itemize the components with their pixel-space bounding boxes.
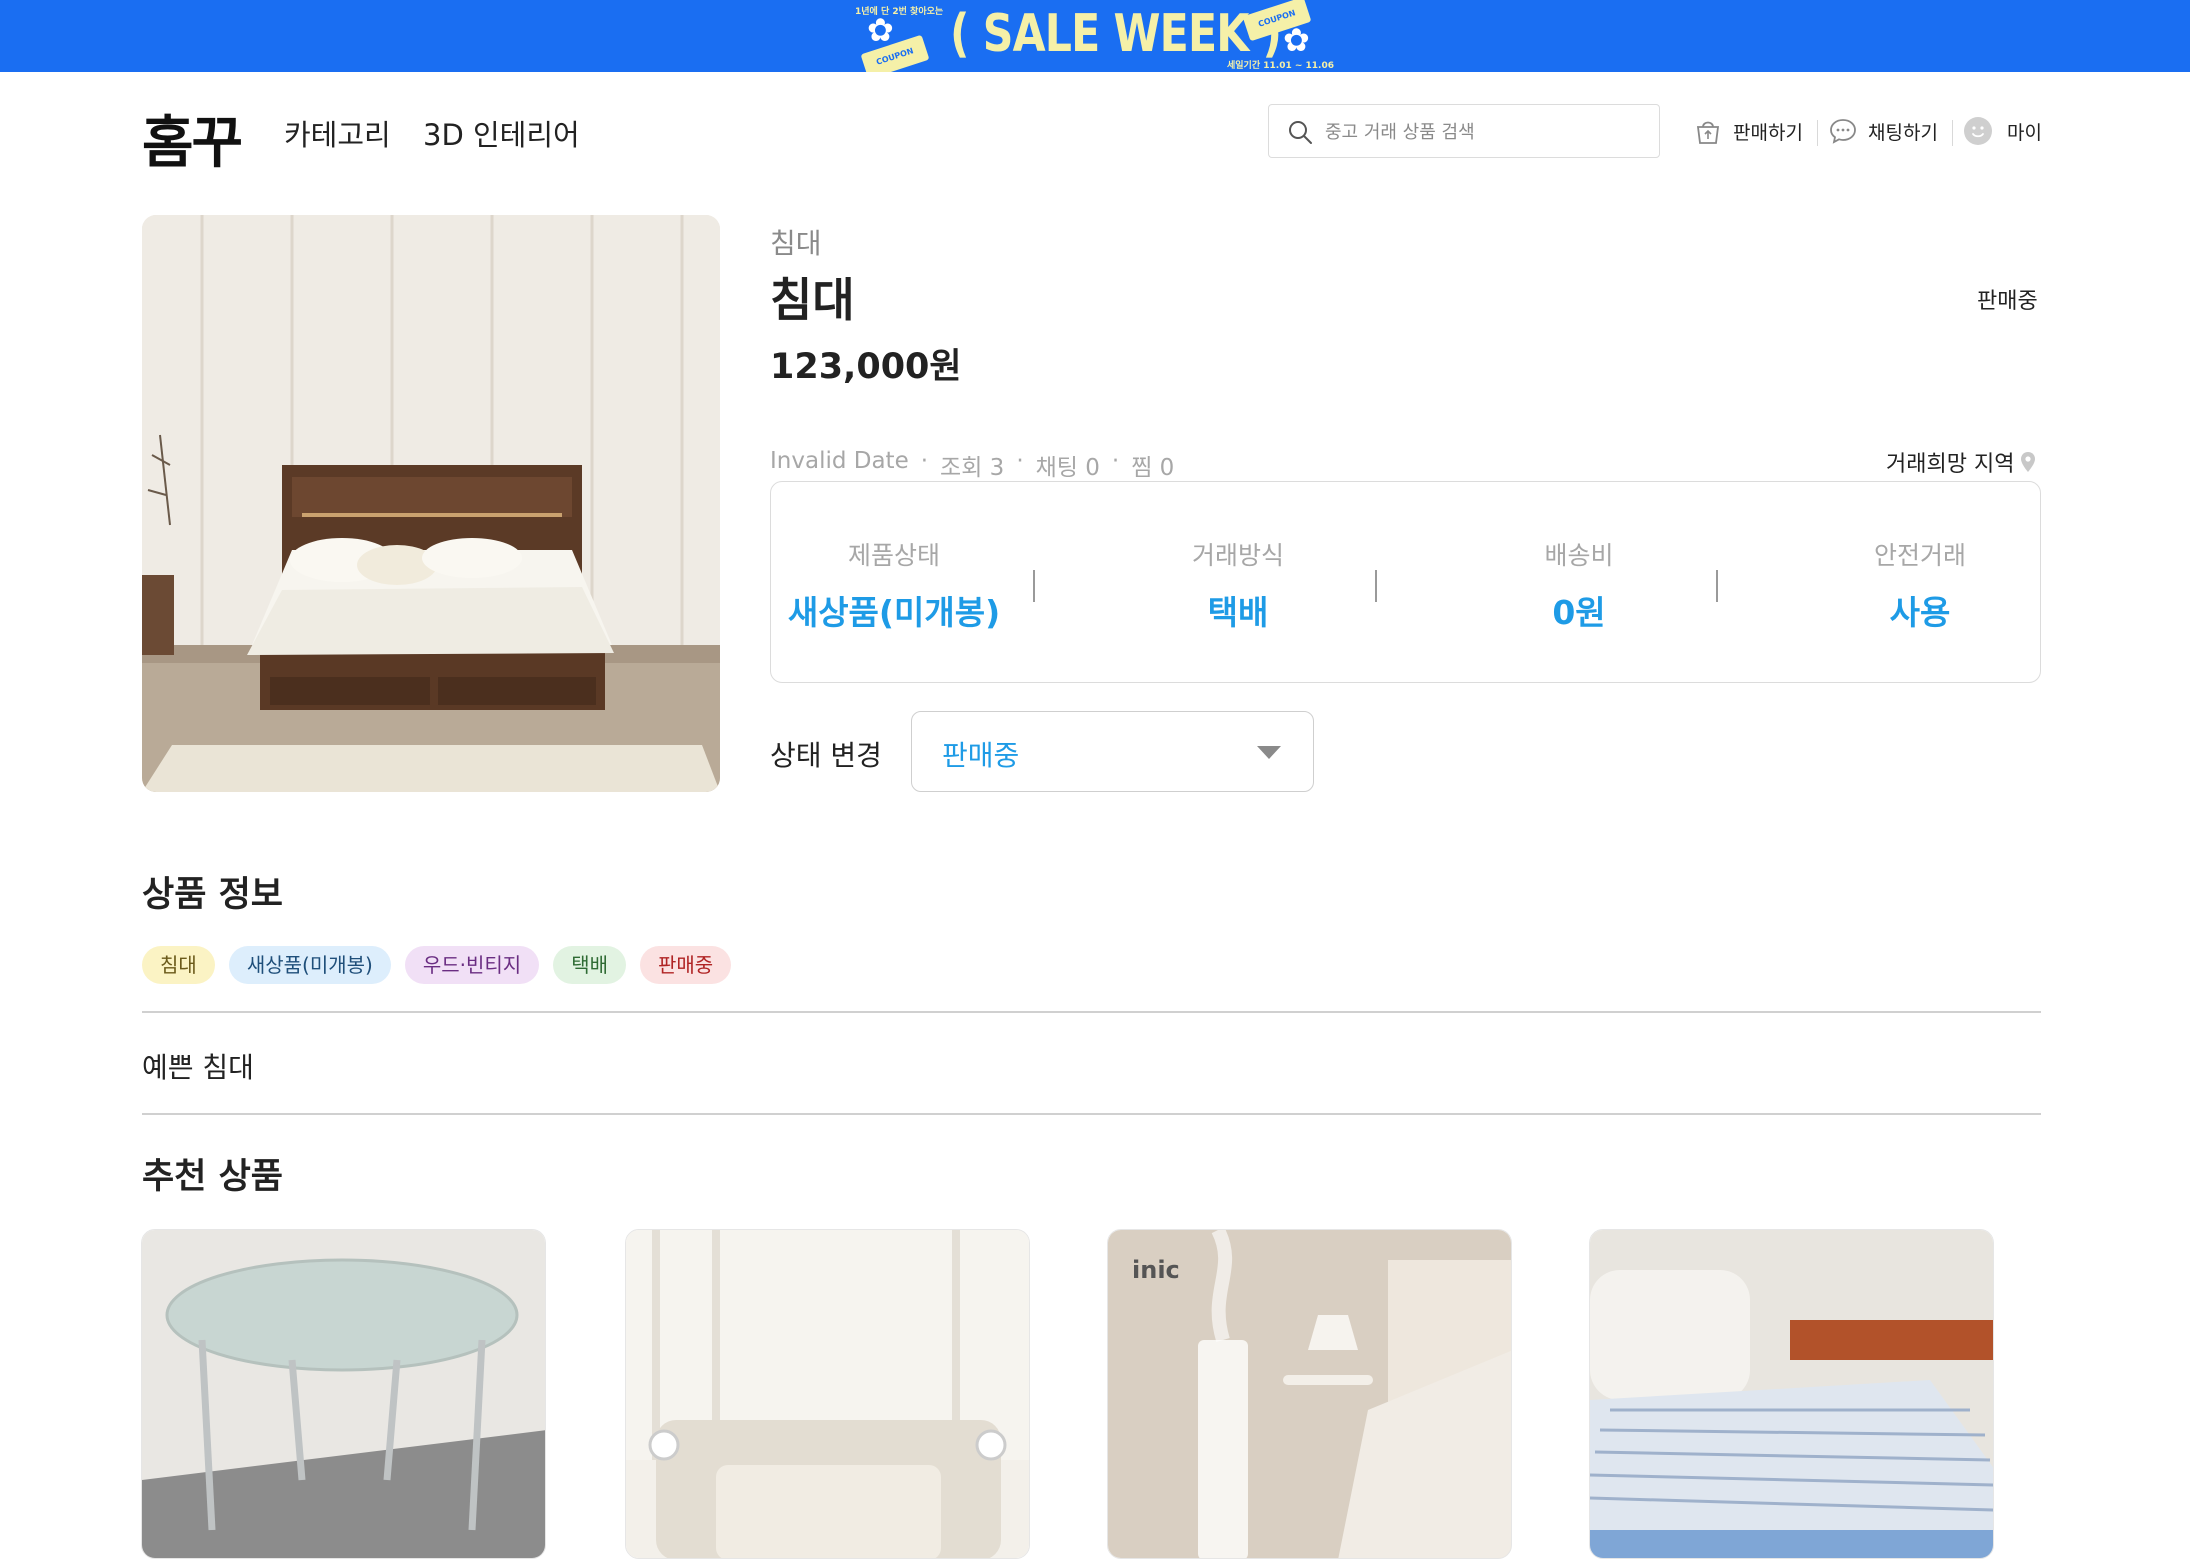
location-pin-icon	[2021, 452, 2036, 472]
info-value: 0원	[1552, 593, 1606, 632]
product-title: 침대	[770, 273, 855, 327]
profile-avatar-icon	[1964, 117, 1992, 145]
info-label: 제품상태	[847, 541, 940, 570]
site-header: 홈꾸 카테고리 3D 인테리어 판매하기 채팅하기 마이	[0, 72, 2190, 192]
chat-button[interactable]: 채팅하기	[1828, 114, 1938, 148]
info-safe-trade: 안전거래 사용	[1805, 536, 2035, 634]
header-divider	[1817, 120, 1818, 146]
info-value: 택배	[1207, 593, 1269, 632]
trade-region[interactable]: 거래희망 지역	[1886, 446, 2036, 478]
status-change-label: 상태 변경	[770, 739, 882, 772]
product-info-box: 제품상태 새상품(미개봉) 거래방식 택배 배송비 0원 안전거래 사용	[770, 481, 2041, 683]
my-button[interactable]: 마이	[1963, 114, 2042, 148]
glass-table-photo	[142, 1230, 545, 1558]
product-description: 예쁜 침대	[142, 1051, 254, 1084]
meta-likes: 찜 0	[1131, 455, 1175, 481]
sell-label: 판매하기	[1733, 121, 1803, 144]
meta-separator: ·	[920, 448, 929, 474]
promo-artwork: 1년에 단 2번 찾아오는 ✿ COUPON ( SALE WEEK ) COU…	[855, 0, 1334, 72]
sell-button[interactable]: 판매하기	[1693, 114, 1803, 148]
my-label: 마이	[2007, 121, 2042, 144]
recommend-card[interactable]	[141, 1229, 546, 1559]
recommend-title: 추천 상품	[142, 1157, 283, 1197]
chat-label: 채팅하기	[1868, 121, 1938, 144]
dropdown-arrow-icon	[1257, 746, 1281, 759]
nav-3d-interior[interactable]: 3D 인테리어	[423, 112, 580, 154]
info-value: 새상품(미개봉)	[787, 593, 1001, 632]
info-condition: 제품상태 새상품(미개봉)	[779, 536, 1009, 634]
search-input[interactable]	[1325, 117, 1645, 147]
info-label: 안전거래	[1873, 541, 1966, 570]
product-status: 판매중	[1977, 289, 2038, 314]
info-value: 사용	[1889, 593, 1951, 632]
striped-bed-photo	[1590, 1230, 1993, 1558]
tag-category[interactable]: 침대	[142, 946, 215, 984]
promo-period: 세일기간 11.01 ~ 11.06	[1227, 61, 1334, 71]
meta-chats: 채팅 0	[1035, 455, 1100, 481]
search-icon[interactable]	[1287, 119, 1313, 145]
product-price: 123,000원	[770, 347, 962, 387]
site-logo[interactable]: 홈꾸	[142, 98, 243, 179]
section-divider	[142, 1011, 2041, 1013]
meta-views: 조회 3	[940, 455, 1005, 481]
info-divider	[1033, 570, 1035, 602]
tag-status[interactable]: 판매중	[640, 946, 732, 984]
info-trade-method: 거래방식 택배	[1123, 536, 1353, 634]
status-select-value: 판매중	[942, 739, 1020, 772]
humidifier-photo: inic	[1108, 1230, 1511, 1558]
flower-icon: ✿	[1283, 21, 1310, 59]
product-main-image[interactable]	[142, 215, 720, 792]
recommend-card[interactable]	[625, 1229, 1030, 1559]
sell-bag-icon	[1696, 121, 1720, 144]
info-label: 배송비	[1544, 541, 1614, 570]
info-shipping-fee: 배송비 0원	[1464, 536, 1694, 634]
info-label: 거래방식	[1191, 541, 1284, 570]
search-bar[interactable]	[1268, 104, 1660, 158]
recommend-card[interactable]	[1589, 1229, 1994, 1559]
product-info-title: 상품 정보	[142, 875, 283, 915]
recommend-card[interactable]: inic	[1107, 1229, 1512, 1559]
info-divider	[1716, 570, 1718, 602]
tag-trade-method[interactable]: 택배	[553, 946, 626, 984]
section-divider	[142, 1113, 2041, 1115]
region-label: 거래희망 지역	[1886, 452, 2015, 477]
header-divider	[1952, 120, 1953, 146]
status-select[interactable]: 판매중	[911, 711, 1314, 792]
white-bed-photo	[626, 1230, 1029, 1558]
info-divider	[1375, 570, 1377, 602]
brand-label: inic	[1132, 1256, 1180, 1284]
meta-separator: ·	[1111, 448, 1120, 474]
promo-title: ( SALE WEEK )	[950, 4, 1282, 64]
promo-banner[interactable]: 1년에 단 2번 찾아오는 ✿ COUPON ( SALE WEEK ) COU…	[0, 0, 2190, 72]
flower-icon: ✿	[867, 11, 894, 49]
bed-photo	[142, 215, 720, 792]
product-tags: 침대 새상품(미개봉) 우드·빈티지 택배 판매중	[142, 946, 732, 984]
nav-category[interactable]: 카테고리	[284, 112, 391, 154]
tag-style[interactable]: 우드·빈티지	[404, 946, 540, 984]
meta-separator: ·	[1016, 448, 1024, 474]
chat-bubble-icon	[1830, 119, 1856, 144]
product-meta: Invalid Date · 조회 3 · 채팅 0 · 찜 0	[770, 448, 1174, 482]
tag-condition[interactable]: 새상품(미개봉)	[228, 946, 391, 984]
product-category: 침대	[770, 227, 822, 260]
meta-date: Invalid Date	[770, 448, 909, 474]
